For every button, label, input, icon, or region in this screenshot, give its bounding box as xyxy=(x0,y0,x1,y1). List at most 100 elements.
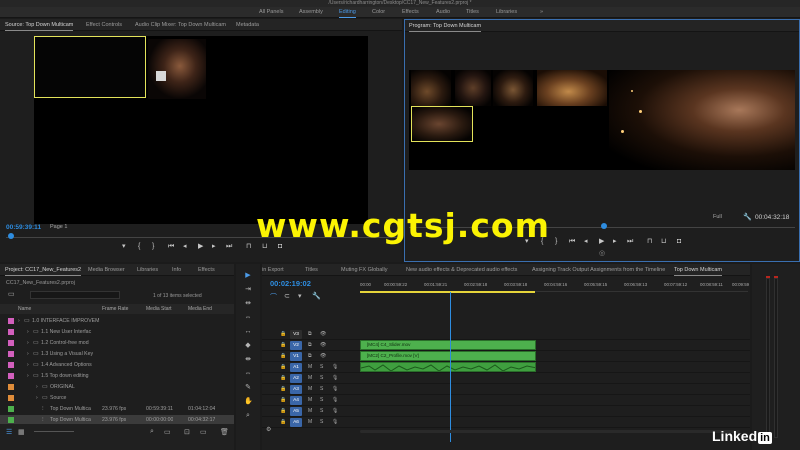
workspace-editing[interactable]: Editing xyxy=(339,7,356,18)
tab-program[interactable]: Program: Top Down Multicam xyxy=(409,20,482,32)
timeline-wrench-icon[interactable]: 🔧 xyxy=(312,292,321,300)
list-view-icon[interactable]: ☰ xyxy=(6,428,12,436)
col-frame-rate[interactable]: Frame Rate xyxy=(102,304,128,314)
angle-1[interactable] xyxy=(411,70,451,106)
mute-button[interactable]: M xyxy=(308,397,312,403)
razor-tool-icon[interactable]: ◆ xyxy=(244,342,252,350)
label-color-swatch[interactable] xyxy=(8,395,14,401)
mark-in-icon[interactable]: { xyxy=(138,243,140,251)
eye-icon[interactable]: 👁 xyxy=(320,331,326,337)
col-media-end[interactable]: Media End xyxy=(188,304,212,314)
track-select-tool-icon[interactable]: ⇥ xyxy=(244,286,252,294)
project-row[interactable]: ⫶ Top Down Multica 23.976 fps 00:59:39:11 01… xyxy=(0,404,234,414)
tab-sequence-audio-effects[interactable]: New audio effects & Deprecated audio eff… xyxy=(406,264,517,276)
eye-icon[interactable]: 👁 xyxy=(320,342,326,348)
new-bin-icon[interactable]: ▭ xyxy=(200,428,207,436)
solo-button[interactable]: S xyxy=(320,364,323,370)
label-color-swatch[interactable] xyxy=(8,340,14,346)
linked-selection-icon[interactable]: ⊂ xyxy=(284,292,290,300)
disclosure-icon[interactable]: › xyxy=(18,316,20,326)
lock-icon[interactable]: 🔒 xyxy=(280,408,286,414)
extract-icon[interactable]: ⊔ xyxy=(661,238,666,246)
mute-button[interactable]: M xyxy=(308,375,312,381)
pen-tool-icon[interactable]: ✎ xyxy=(244,384,252,392)
label-color-swatch[interactable] xyxy=(8,373,14,379)
clip-v1[interactable]: [MC2] C2_Profile.mov [V] xyxy=(360,351,536,361)
tab-sequence-track-output[interactable]: Assigning Track Output Assignments from … xyxy=(532,264,665,276)
rate-stretch-tool-icon[interactable]: ↔ xyxy=(244,328,252,336)
camera-icon[interactable]: ◘ xyxy=(677,238,681,246)
lift-icon[interactable]: ⊓ xyxy=(647,238,652,246)
rolling-edit-tool-icon[interactable]: ⇔ xyxy=(244,314,252,322)
track-label[interactable]: V1 xyxy=(290,352,302,361)
source-timecode[interactable]: 00:59:39:11 xyxy=(6,224,41,231)
workspace-assembly[interactable]: Assembly xyxy=(299,7,323,18)
disclosure-icon[interactable]: › xyxy=(27,371,29,381)
folder-icon[interactable]: ▭ xyxy=(8,290,15,298)
lock-icon[interactable]: 🔒 xyxy=(280,419,286,425)
disclosure-icon[interactable]: › xyxy=(27,360,29,370)
go-to-out-icon[interactable]: ⏭ xyxy=(226,243,232,251)
disclosure-icon[interactable]: › xyxy=(27,338,29,348)
label-color-swatch[interactable] xyxy=(8,384,14,390)
source-video[interactable] xyxy=(34,36,368,224)
new-item-icon[interactable]: ⊡ xyxy=(184,428,190,436)
track-label[interactable]: A3 xyxy=(290,385,302,394)
sync-lock-icon[interactable]: ⧉ xyxy=(308,342,312,348)
disclosure-icon[interactable]: › xyxy=(27,349,29,359)
mute-button[interactable]: M xyxy=(308,386,312,392)
slide-tool-icon[interactable]: ⇔ xyxy=(244,370,252,378)
multicam-angle-selected[interactable] xyxy=(34,36,146,98)
disclosure-icon[interactable]: › xyxy=(36,393,38,403)
project-row[interactable]: › ▭ Source xyxy=(0,393,234,403)
angle-5-selected[interactable] xyxy=(411,106,473,142)
timeline-scrollbar[interactable] xyxy=(360,430,740,433)
step-forward-icon[interactable]: ▸ xyxy=(212,243,216,251)
col-name[interactable]: Name xyxy=(18,304,31,314)
play-icon[interactable]: ▶ xyxy=(198,243,203,251)
track-label[interactable]: A5 xyxy=(290,407,302,416)
project-row[interactable]: › ▭ 1.0 INTERFACE IMPROVEM xyxy=(0,316,234,326)
label-color-swatch[interactable] xyxy=(8,329,14,335)
project-row[interactable]: › ▭ 1.1 New User Interfac xyxy=(0,327,234,337)
col-media-start[interactable]: Media Start xyxy=(146,304,172,314)
tab-effect-controls[interactable]: Effect Controls xyxy=(86,19,122,31)
tab-sequence-export[interactable]: in Export xyxy=(262,264,284,276)
tab-media-browser[interactable]: Media Browser xyxy=(88,264,125,276)
solo-button[interactable]: S xyxy=(320,375,323,381)
tab-project[interactable]: Project: CC17_New_Features2 xyxy=(5,264,82,276)
lock-icon[interactable]: 🔒 xyxy=(280,397,286,403)
voice-over-icon[interactable]: 🎙 xyxy=(332,408,338,414)
step-back-icon[interactable]: ◂ xyxy=(584,238,588,246)
label-color-swatch[interactable] xyxy=(8,406,14,412)
track-label[interactable]: A1 xyxy=(290,363,302,372)
snap-icon[interactable]: ⌒ xyxy=(270,292,277,302)
program-playhead[interactable] xyxy=(601,223,607,229)
angle-2[interactable] xyxy=(455,70,491,106)
eye-icon[interactable]: 👁 xyxy=(320,353,326,359)
source-page[interactable]: Page 1 xyxy=(50,224,67,230)
trash-icon[interactable]: 🗑 xyxy=(220,428,229,436)
solo-button[interactable]: S xyxy=(320,386,323,392)
ripple-edit-tool-icon[interactable]: ⇹ xyxy=(244,300,252,308)
project-row[interactable]: › ▭ 1.3 Using a Visual Key xyxy=(0,349,234,359)
search-icon[interactable]: ⌕ xyxy=(150,428,154,436)
track-label[interactable]: V2 xyxy=(290,341,302,350)
lock-icon[interactable]: 🔒 xyxy=(280,364,286,370)
bin-icon[interactable]: ▭ xyxy=(164,428,171,436)
angle-4[interactable] xyxy=(537,70,607,106)
step-forward-icon[interactable]: ▸ xyxy=(613,238,617,246)
tab-libraries[interactable]: Libraries xyxy=(137,264,158,276)
go-to-in-icon[interactable]: ⏮ xyxy=(569,238,575,246)
source-playhead[interactable] xyxy=(8,233,14,239)
voice-over-icon[interactable]: 🎙 xyxy=(332,397,338,403)
mute-button[interactable]: M xyxy=(308,419,312,425)
search-input[interactable] xyxy=(30,291,120,299)
multicam-angle-2[interactable] xyxy=(148,39,206,99)
zoom-tool-icon[interactable]: ⌕ xyxy=(244,412,252,420)
tab-sequence-titles[interactable]: Titles xyxy=(305,264,318,276)
tab-source[interactable]: Source: Top Down Multicam xyxy=(5,19,74,31)
mute-button[interactable]: M xyxy=(308,364,312,370)
mute-button[interactable]: M xyxy=(308,408,312,414)
disclosure-icon[interactable]: › xyxy=(27,327,29,337)
